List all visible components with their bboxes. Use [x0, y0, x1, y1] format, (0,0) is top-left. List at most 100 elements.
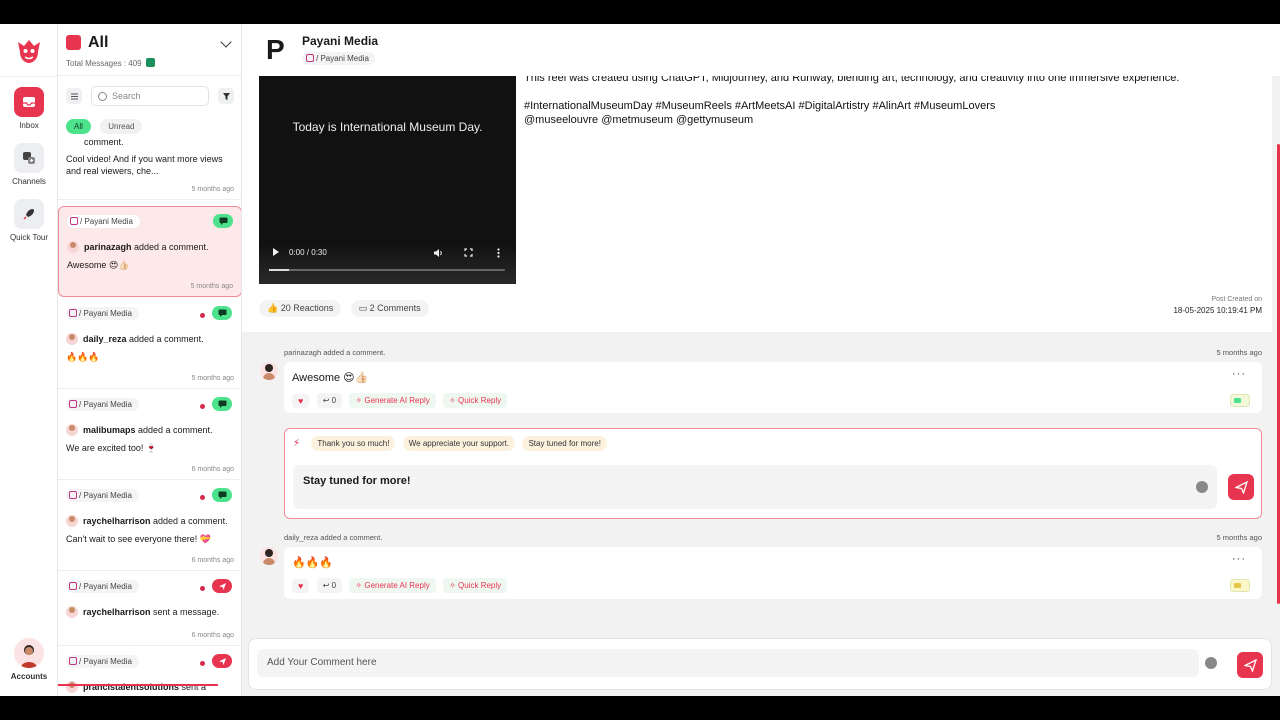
unread-dot	[200, 313, 205, 318]
comment-card: Awesome 😍👍🏻 ··· ♥ ↩ 0 ✧ Generate AI Repl…	[284, 362, 1262, 413]
wand-icon: ✧	[355, 581, 363, 591]
comment-text: Awesome 😍👍🏻	[292, 372, 369, 384]
comment-composer: Add Your Comment here	[248, 638, 1272, 690]
comment-icon: ▭	[358, 303, 368, 313]
list-item[interactable]: / Payani Media daily_reza added a commen…	[58, 299, 241, 389]
rail-accounts[interactable]: Accounts	[0, 638, 58, 681]
avatar	[66, 333, 78, 345]
more-options-icon[interactable]: ···	[1232, 368, 1246, 380]
source-tag: / Payani Media	[66, 307, 139, 320]
reply-icon: ↩	[322, 581, 330, 591]
list-item-selected[interactable]: / Payani Media parinazagh added a commen…	[58, 206, 241, 297]
emoji-icon[interactable]	[1196, 481, 1208, 493]
send-button[interactable]	[1228, 474, 1254, 500]
video-player[interactable]: Today is International Museum Day. 0:00 …	[259, 76, 516, 284]
heart-icon: ♥	[298, 580, 304, 591]
replies-button[interactable]: ↩ 0	[316, 578, 343, 594]
avatar	[66, 515, 78, 527]
post-panel: Today is International Museum Day. 0:00 …	[242, 72, 1272, 332]
page-logo: P	[266, 34, 285, 65]
status-badge[interactable]	[1230, 579, 1250, 592]
list-header[interactable]: All Total Messages : 409	[58, 24, 241, 76]
instagram-icon	[306, 54, 314, 62]
unread-dot	[200, 495, 205, 500]
comment-actions: ♥ ↩ 0 ✧ Generate AI Reply ✧ Quick Reply	[292, 393, 511, 409]
rail-inbox[interactable]: Inbox	[0, 87, 58, 130]
generate-ai-reply-button[interactable]: ✧ Generate AI Reply	[349, 578, 436, 594]
reply-composer: ⚡ Thank you so much! We appreciate your …	[284, 428, 1262, 519]
send-button[interactable]	[1237, 652, 1263, 678]
list-item[interactable]: comment. Cool video! And if you want mor…	[58, 134, 241, 200]
post-stats: 👍 20 Reactions ▭ 2 Comments	[259, 300, 435, 317]
instagram-icon	[69, 657, 77, 665]
comment-time: 5 months ago	[1216, 348, 1262, 357]
main-panel: P Payani Media / Payani Media Today is I…	[242, 24, 1280, 696]
chevron-down-icon[interactable]	[220, 36, 232, 48]
comment-card: 🔥🔥🔥 ··· ♥ ↩ 0 ✧ Generate AI Reply ✧ Quic…	[284, 547, 1262, 599]
like-button[interactable]: ♥	[292, 578, 310, 593]
rocket-icon	[14, 199, 44, 229]
preview-text: 🔥🔥🔥	[66, 352, 100, 362]
filter-icon[interactable]	[218, 88, 234, 104]
status-badge[interactable]	[1230, 394, 1250, 407]
suggestion-chip[interactable]: Stay tuned for more!	[522, 436, 607, 451]
magic-wand-icon: ⚡	[293, 438, 301, 449]
rail-channels-label: Channels	[12, 177, 46, 186]
reply-icon: ↩	[322, 396, 330, 406]
generate-ai-reply-button[interactable]: ✧ Generate AI Reply	[349, 393, 436, 409]
video-timecode: 0:00 / 0:30	[289, 248, 327, 257]
quick-reply-button[interactable]: ✧ Quick Reply	[443, 578, 508, 594]
message-type-icon	[212, 654, 232, 668]
volume-icon[interactable]	[433, 248, 443, 260]
conversation-list: All Total Messages : 409 Search All Unre…	[58, 24, 242, 696]
avatar	[67, 241, 79, 253]
quick-reply-button[interactable]: ✧ Quick Reply	[443, 393, 508, 409]
filter-chips: All Unread	[66, 118, 148, 134]
filter-unread[interactable]: Unread	[100, 119, 143, 134]
post-created: Post Created on 18-05-2025 10:19:41 PM	[1173, 296, 1262, 315]
comment-type-icon	[212, 488, 232, 502]
rail-channels[interactable]: Channels	[0, 143, 58, 186]
comments-button[interactable]: ▭ 2 Comments	[350, 300, 429, 317]
unread-dot	[200, 586, 205, 591]
instagram-icon	[69, 309, 77, 317]
filter-all[interactable]: All	[66, 119, 91, 134]
comment-meta: daily_reza added a comment.	[284, 533, 383, 542]
instagram-icon	[69, 400, 77, 408]
replies-button[interactable]: ↩ 0	[316, 393, 343, 409]
wand-icon: ✧	[449, 396, 456, 406]
reactions-button[interactable]: 👍 20 Reactions	[259, 300, 342, 317]
more-options-icon[interactable]: ···	[1232, 553, 1246, 565]
post-hashtags: #InternationalMuseumDay #MuseumReels #Ar…	[524, 100, 996, 112]
list-item[interactable]: / Payani Media raychelharrison added a c…	[58, 481, 241, 571]
comment-time: 5 months ago	[1216, 533, 1262, 542]
play-icon[interactable]	[273, 248, 279, 256]
avatar	[66, 681, 78, 693]
list-item[interactable]: / Payani Media prancistalentsolutions se…	[58, 647, 241, 696]
rail-accounts-label: Accounts	[10, 672, 48, 681]
page-title: Payani Media	[302, 34, 379, 48]
list-view-icon[interactable]	[66, 88, 82, 104]
refresh-icon[interactable]	[145, 58, 155, 67]
emoji-icon[interactable]	[1205, 657, 1217, 669]
search-row: Search	[58, 84, 241, 108]
suggestion-chip[interactable]: We appreciate your support.	[402, 436, 516, 451]
post-mentions: @museelouvre @metmuseum @gettymuseum	[524, 114, 754, 126]
list-item[interactable]: / Payani Media malibumaps added a commen…	[58, 390, 241, 480]
rail-quick-tour-label: Quick Tour	[9, 233, 49, 242]
list-item[interactable]: / Payani Media raychelharrison sent a me…	[58, 572, 241, 646]
video-progress-bar[interactable]	[269, 269, 505, 271]
rail-quick-tour[interactable]: Quick Tour	[0, 199, 58, 242]
suggestion-chip[interactable]: Thank you so much!	[311, 436, 396, 451]
comment-input[interactable]: Add Your Comment here	[257, 649, 1199, 677]
fullscreen-icon[interactable]	[464, 248, 473, 259]
comment-type-icon	[212, 397, 232, 411]
inbox-icon	[14, 87, 44, 117]
like-button[interactable]: ♥	[292, 393, 310, 408]
search-input[interactable]: Search	[91, 86, 209, 106]
source-tag: / Payani Media	[66, 655, 139, 668]
reply-input[interactable]: Stay tuned for more!	[293, 465, 1217, 509]
instagram-icon	[69, 582, 77, 590]
source-tag: / Payani Media	[66, 398, 139, 411]
more-options-icon[interactable]	[497, 248, 500, 260]
